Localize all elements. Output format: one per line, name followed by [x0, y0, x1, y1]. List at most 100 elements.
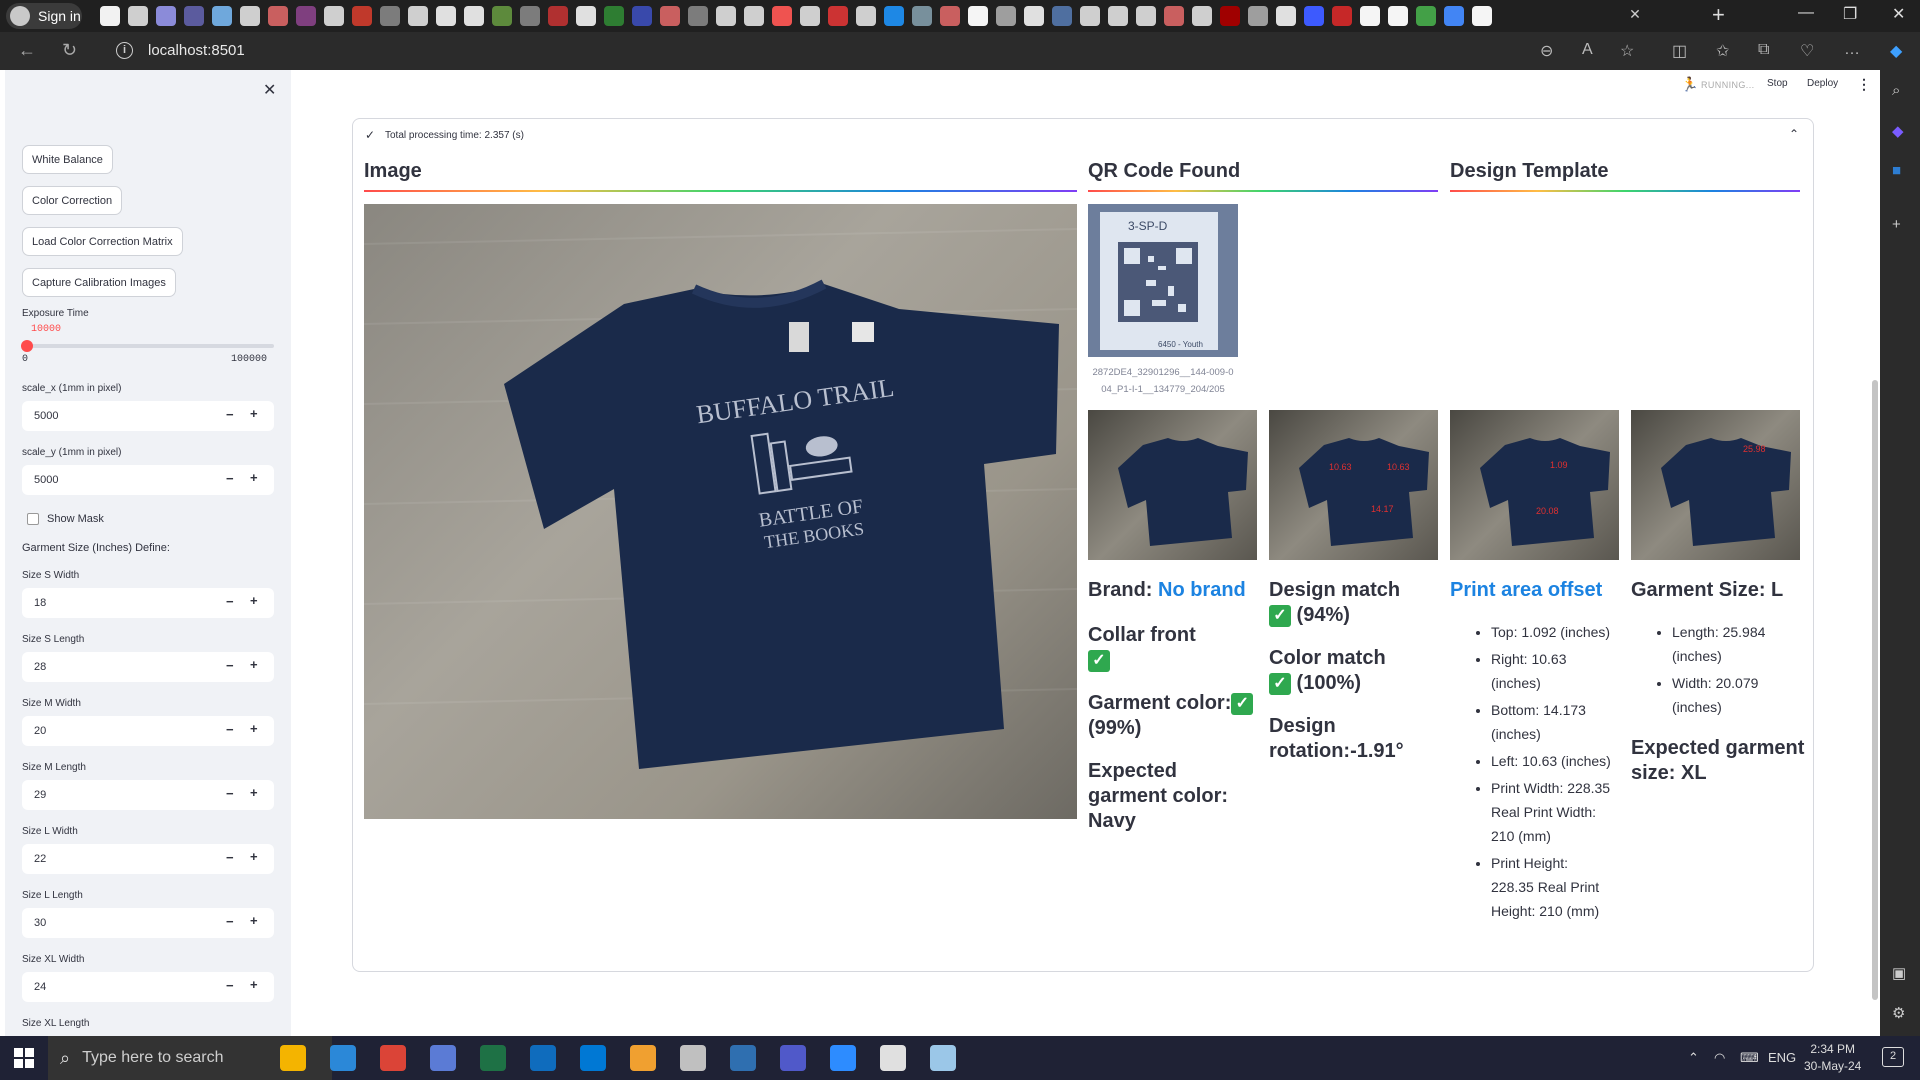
keyboard-icon[interactable]: ⌨ — [1740, 1050, 1759, 1066]
favorites-icon[interactable]: ✩ — [1716, 41, 1729, 61]
browser-tab-favicon[interactable] — [100, 6, 120, 26]
scale-x-value[interactable]: 5000 — [34, 410, 58, 422]
deploy-button[interactable]: Deploy — [1807, 78, 1838, 89]
size-decrement[interactable]: − — [226, 978, 234, 993]
taskbar-app-icon[interactable] — [680, 1045, 706, 1071]
search-icon[interactable]: ⌕ — [1892, 82, 1908, 99]
sidebar-close-icon[interactable]: ✕ — [263, 80, 276, 100]
exposure-slider-handle[interactable] — [21, 340, 34, 352]
browser-tab-favicon[interactable] — [576, 6, 596, 26]
browser-tab-favicon[interactable] — [212, 6, 232, 26]
close-window-button[interactable]: ✕ — [1892, 4, 1905, 24]
read-aloud-icon[interactable]: A — [1582, 41, 1593, 59]
size-field-input[interactable]: 29 − + — [22, 780, 274, 810]
new-tab-button[interactable]: + — [1712, 2, 1725, 28]
zoom-icon[interactable]: ⊖ — [1540, 41, 1553, 61]
browser-tab-favicon[interactable] — [800, 6, 820, 26]
processing-time[interactable]: Total processing time: 2.357 (s) — [385, 130, 524, 141]
browser-tab-favicon[interactable] — [240, 6, 260, 26]
taskbar-app-icon[interactable] — [330, 1045, 356, 1071]
size-increment[interactable]: + — [250, 977, 258, 992]
size-field-input[interactable]: 22 − + — [22, 844, 274, 874]
language-indicator[interactable]: ENG — [1768, 1050, 1796, 1065]
copilot-icon[interactable]: ◆ — [1890, 41, 1902, 61]
browser-tab-favicon[interactable] — [968, 6, 988, 26]
browser-tab-favicon[interactable] — [1136, 6, 1156, 26]
scale-y-input[interactable]: 5000 − + — [22, 465, 274, 495]
add-side-icon[interactable]: + — [1892, 216, 1908, 233]
browser-tab-favicon[interactable] — [1360, 6, 1380, 26]
browser-tab-favicon[interactable] — [940, 6, 960, 26]
browser-tab-favicon[interactable] — [492, 6, 512, 26]
browser-tab-favicon[interactable] — [184, 6, 204, 26]
address-url[interactable]: localhost:8501 — [148, 42, 245, 59]
browser-tab-favicon[interactable] — [1304, 6, 1324, 26]
size-field-value[interactable]: 30 — [34, 917, 46, 929]
more-menu-icon[interactable]: … — [1844, 41, 1860, 59]
browser-tab-favicon[interactable] — [744, 6, 764, 26]
outlook-icon[interactable]: ■ — [1892, 162, 1908, 179]
browser-tab-favicon[interactable] — [1024, 6, 1044, 26]
back-arrow-icon[interactable]: ← — [18, 40, 36, 61]
size-field-value[interactable]: 29 — [34, 789, 46, 801]
browser-tab-favicon[interactable] — [1248, 6, 1268, 26]
taskbar-app-icon[interactable] — [780, 1045, 806, 1071]
stop-button[interactable]: Stop — [1767, 78, 1788, 89]
site-info-icon[interactable]: i — [116, 42, 133, 59]
browser-tab-favicon[interactable] — [1192, 6, 1212, 26]
size-increment[interactable]: + — [250, 913, 258, 928]
notification-center-icon[interactable]: 2 — [1882, 1047, 1904, 1067]
size-increment[interactable]: + — [250, 593, 258, 608]
browser-tab-favicon[interactable] — [604, 6, 624, 26]
size-field-value[interactable]: 18 — [34, 597, 46, 609]
collections-icon[interactable]: ⧉ — [1758, 41, 1769, 59]
size-increment[interactable]: + — [250, 849, 258, 864]
taskbar-app-icon[interactable] — [580, 1045, 606, 1071]
size-increment[interactable]: + — [250, 657, 258, 672]
taskbar-app-icon[interactable] — [380, 1045, 406, 1071]
load-color-matrix-button[interactable]: Load Color Correction Matrix — [22, 227, 183, 256]
windows-start-icon[interactable] — [14, 1048, 34, 1068]
browser-tab-favicon[interactable] — [1332, 6, 1352, 26]
system-clock[interactable]: 2:34 PM 30-May-24 — [1804, 1041, 1861, 1075]
tray-chevron-icon[interactable]: ⌃ — [1688, 1050, 1699, 1066]
wifi-icon[interactable]: ◠ — [1714, 1050, 1725, 1066]
size-field-input[interactable]: 28 − + — [22, 652, 274, 682]
minimize-button[interactable]: — — [1798, 4, 1814, 22]
browser-tab-favicon[interactable] — [1416, 6, 1436, 26]
taskbar-app-icon[interactable] — [530, 1045, 556, 1071]
browser-tab-favicon[interactable] — [352, 6, 372, 26]
chevron-up-icon[interactable]: ⌃ — [1789, 127, 1799, 141]
scale-y-increment[interactable]: + — [250, 470, 258, 485]
size-field-input[interactable]: 18 − + — [22, 588, 274, 618]
browser-tab-favicon[interactable] — [548, 6, 568, 26]
browser-tab-favicon[interactable] — [772, 6, 792, 26]
browser-tab-favicon[interactable] — [1108, 6, 1128, 26]
browser-tab-favicon[interactable] — [156, 6, 176, 26]
taskbar-app-icon[interactable] — [480, 1045, 506, 1071]
profile-button[interactable]: Sign in — [6, 3, 82, 29]
extensions-icon[interactable]: ♡ — [1800, 41, 1814, 61]
browser-tab-favicon[interactable] — [436, 6, 456, 26]
browser-tab-favicon[interactable] — [688, 6, 708, 26]
size-field-value[interactable]: 28 — [34, 661, 46, 673]
size-decrement[interactable]: − — [226, 850, 234, 865]
white-balance-button[interactable]: White Balance — [22, 145, 113, 174]
size-increment[interactable]: + — [250, 785, 258, 800]
browser-tab-favicon[interactable] — [884, 6, 904, 26]
browser-tab-favicon[interactable] — [1444, 6, 1464, 26]
browser-tab-favicon[interactable] — [1276, 6, 1296, 26]
exposure-slider[interactable] — [21, 340, 274, 352]
browser-tab-favicon[interactable] — [380, 6, 400, 26]
taskbar-app-icon[interactable] — [430, 1045, 456, 1071]
browser-tab-favicon[interactable] — [828, 6, 848, 26]
taskbar-app-icon[interactable] — [630, 1045, 656, 1071]
browser-tab-favicon[interactable] — [856, 6, 876, 26]
scale-y-decrement[interactable]: − — [226, 471, 234, 486]
browser-tab-favicon[interactable] — [716, 6, 736, 26]
close-tab-icon[interactable]: ✕ — [1623, 6, 1647, 26]
browser-tab-favicon[interactable] — [1080, 6, 1100, 26]
browser-tab-favicon[interactable] — [128, 6, 148, 26]
size-field-value[interactable]: 24 — [34, 981, 46, 993]
size-field-input[interactable]: 30 − + — [22, 908, 274, 938]
